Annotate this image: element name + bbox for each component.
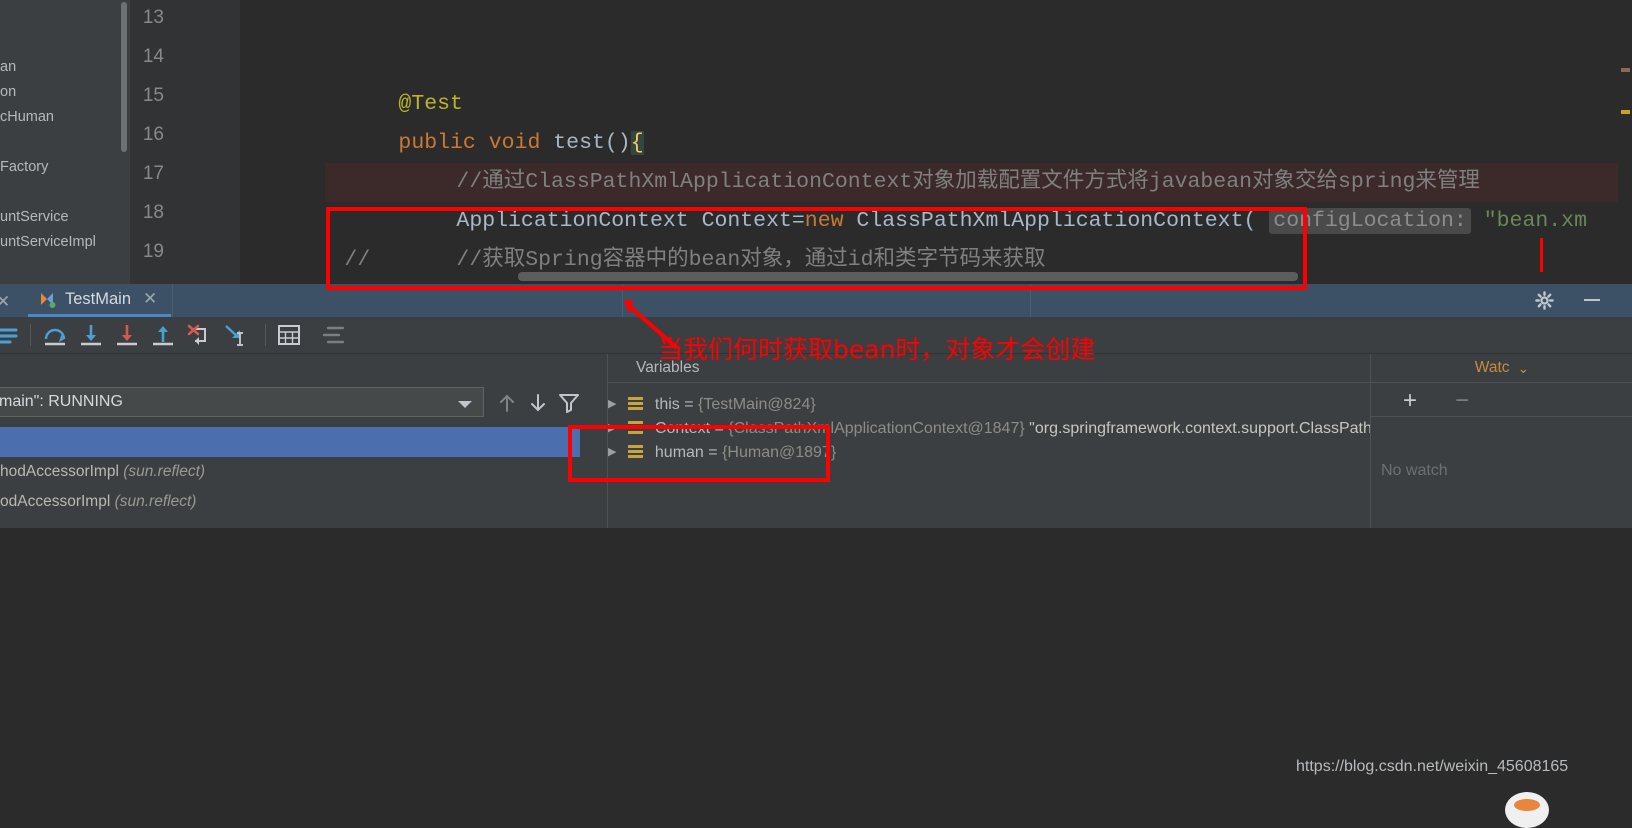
annotation-box-human-variable [568,425,830,482]
evaluate-expression-icon[interactable] [276,322,302,348]
chevron-down-icon[interactable] [457,400,473,410]
tree-item[interactable]: Factory [0,155,130,180]
project-tree-sidebar[interactable]: an on cHuman Factory untService untServi… [0,0,130,284]
tab-testmain[interactable]: TestMain ✕ [28,284,172,317]
add-watch-button[interactable]: + [1403,387,1417,415]
line-number: 18 [142,202,164,223]
code-line-16[interactable]: //通过ClassPathXmlApplicationContext对象加载配置… [379,124,1480,194]
watches-panel: Watc ⌄ + − No watch [1370,354,1632,528]
show-execution-point-icon[interactable] [0,322,20,348]
code-line-17[interactable]: ApplicationContext Context=new ClassPath… [379,163,1587,234]
text-caret [1540,238,1543,272]
code-line-15[interactable]: public void test(){ [321,85,644,155]
arrow-up-icon[interactable] [496,392,518,414]
force-step-into-icon[interactable] [114,322,140,348]
tab-close-icon-left[interactable]: ✕ [0,292,10,312]
mute-breakpoints-icon[interactable] [320,322,346,348]
watches-title: Watc [1474,359,1510,376]
tree-item[interactable] [0,130,130,155]
debug-tool-window: ✕ TestMain ✕ main": RUNNING hodAccessorI… [0,284,1632,828]
filter-icon[interactable] [558,392,580,414]
project-tree: an on cHuman Factory untService untServi… [0,0,130,284]
thread-selector-value: main": RUNNING [0,393,123,410]
frame-method: hodAccessorImpl [0,463,119,480]
frame-row[interactable]: hodAccessorImpl (sun.reflect) [0,457,580,487]
frames-panel: main": RUNNING hodAccessorImpl (sun.refl… [0,354,580,528]
line-number: 16 [142,124,164,145]
code-line-14[interactable]: @Test [321,46,463,116]
tree-item[interactable] [0,255,130,280]
frame-method: odAccessorImpl [0,493,111,510]
watches-empty-text: No watch [1381,462,1448,479]
step-over-icon[interactable] [42,322,68,348]
tree-item[interactable]: untService [0,205,130,230]
frames-header [0,354,580,384]
watermark-url: https://blog.csdn.net/weixin_45608165 [1296,758,1569,775]
annotation-note-text: 当我们何时获取bean时，对象才会创建 [658,335,1096,364]
editor-marker-strip[interactable] [1618,0,1632,284]
variable-row-this[interactable]: ▶ this = {TestMain@824} [608,392,1370,417]
run-to-cursor-icon[interactable] [222,322,248,348]
frame-row[interactable]: odAccessorImpl (sun.reflect) [0,487,580,517]
step-into-icon[interactable] [78,322,104,348]
watches-header[interactable]: Watc ⌄ [1371,354,1632,383]
annotation-box-getbean-line [326,207,1307,290]
variable-value: {TestMain@824} [698,396,816,413]
string-beanxml: "bean.xm [1483,209,1587,233]
frame-row-selected[interactable] [0,427,580,457]
tree-item[interactable]: an [0,55,130,80]
gear-icon[interactable] [1535,291,1554,310]
toolbar-separator [265,324,266,346]
object-value-icon [628,397,644,411]
tab-close-icon[interactable]: ✕ [143,289,157,309]
frame-package: (sun.reflect) [123,463,206,480]
line-number: 17 [142,163,164,184]
equals-sign: = [679,396,699,413]
chevron-down-icon[interactable]: ⌄ [1518,360,1530,377]
line-number: 14 [142,46,164,67]
tree-item[interactable]: cHuman [0,105,130,130]
watermark-logo [1505,792,1549,828]
minimize-icon[interactable] [1584,299,1600,301]
toolbar-separator [30,324,31,346]
line-number: 19 [142,241,164,262]
frame-package: (sun.reflect) [114,493,197,510]
drop-frame-icon[interactable] [186,322,212,348]
step-out-icon[interactable] [150,322,176,348]
line-number: 13 [142,7,164,28]
variable-name: this [654,396,680,413]
tree-item[interactable] [0,180,130,205]
thread-selector[interactable]: main": RUNNING [0,387,484,417]
watches-toolbar: + − [1371,383,1632,417]
tree-item[interactable]: on [0,80,130,105]
intellij-run-config-icon [41,292,56,308]
line-number: 15 [142,85,164,106]
arrow-down-icon[interactable] [527,392,549,414]
remove-watch-button[interactable]: − [1455,387,1469,415]
tab-separator [172,284,173,317]
marker-todo[interactable] [1621,110,1630,114]
expand-triangle-icon[interactable]: ▶ [608,392,624,417]
tab-label: TestMain [65,289,132,308]
tree-item[interactable]: untServiceImpl [0,230,130,255]
editor-gutter[interactable]: 13 14 15 16 17 18 19 [130,0,390,284]
marker-warning[interactable] [1621,68,1630,72]
